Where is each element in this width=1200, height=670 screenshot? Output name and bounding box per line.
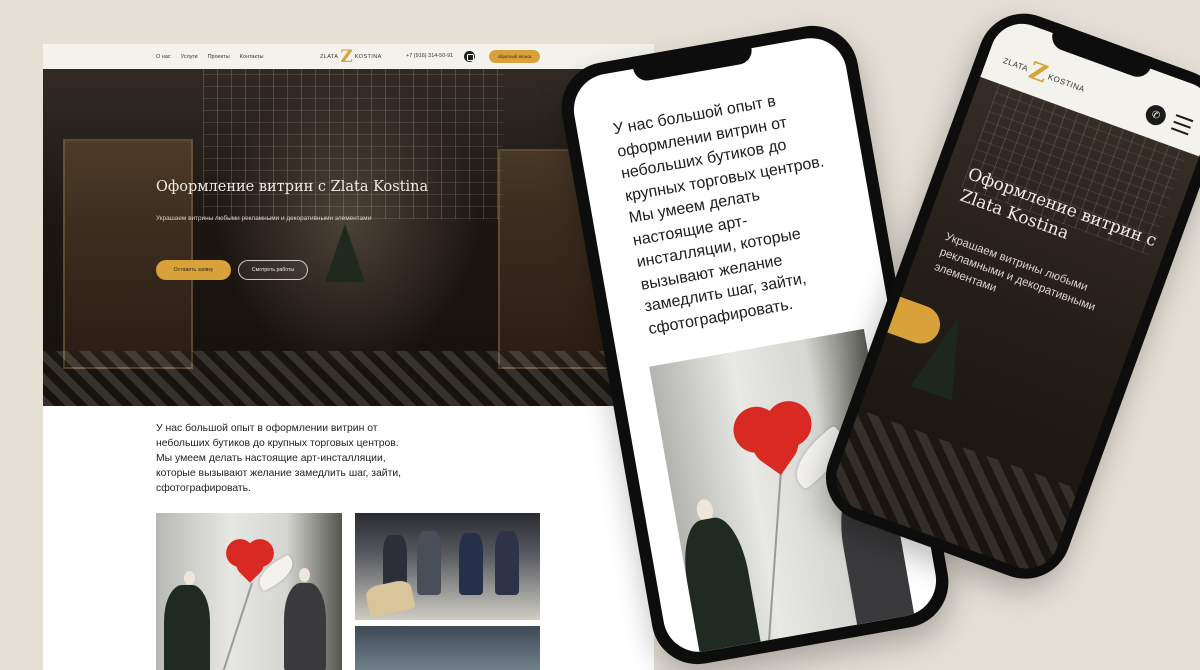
photo-mannequin-body-left bbox=[676, 513, 765, 658]
photo-suit bbox=[495, 531, 519, 595]
photo-mannequin-body-left bbox=[164, 585, 210, 670]
hero-subtitle: Украшаем витрины любыми рекламными и дек… bbox=[156, 215, 372, 222]
showcase-photo-mall bbox=[355, 626, 540, 670]
logo-text-right: KOSTINA bbox=[354, 54, 382, 60]
hero-background-roof bbox=[203, 69, 503, 219]
photo-mannequin-head-right bbox=[299, 568, 310, 582]
photo-suit bbox=[417, 531, 441, 595]
photo-suit bbox=[459, 533, 483, 595]
hero-background-floor bbox=[43, 351, 654, 406]
hero-background-tree bbox=[325, 224, 365, 282]
phone-number[interactable]: +7 (916) 314-50-91 bbox=[406, 44, 453, 69]
site-logo[interactable]: ZLATA Z KOSTINA bbox=[320, 46, 382, 67]
nav-link-contacts[interactable]: Контакты bbox=[240, 54, 264, 60]
top-navigation: О нас Услуги Проекты Контакты ZLATA Z KO… bbox=[43, 44, 654, 69]
hero-background-shop-left bbox=[63, 139, 193, 369]
callback-button[interactable]: обратный звонок bbox=[489, 50, 540, 63]
photo-box bbox=[364, 578, 416, 618]
logo-mark: Z bbox=[340, 46, 353, 67]
nav-link-projects[interactable]: Проекты bbox=[208, 54, 230, 60]
intro-paragraph: У нас большой опыт в оформлении витрин о… bbox=[156, 423, 402, 494]
photo-stick bbox=[221, 582, 253, 670]
desktop-mockup: О нас Услуги Проекты Контакты ZLATA Z KO… bbox=[43, 44, 654, 670]
showcase-photo-heart bbox=[156, 513, 342, 670]
nav-links: О нас Услуги Проекты Контакты bbox=[156, 44, 263, 69]
phone-logo-mark: Z bbox=[1025, 55, 1052, 89]
view-works-button[interactable]: Смотреть работы bbox=[238, 260, 308, 280]
hero-title: Оформление витрин с Zlata Kostina bbox=[156, 179, 429, 195]
phone-logo-text-right: KOSTINA bbox=[1046, 71, 1087, 94]
photo-mannequin-body-right bbox=[284, 583, 326, 670]
logo-text-left: ZLATA bbox=[320, 54, 339, 60]
phone-logo-text-left: ZLATA bbox=[1002, 55, 1030, 73]
leave-request-button[interactable]: Оставить заявку bbox=[156, 260, 231, 280]
nav-link-about[interactable]: О нас bbox=[156, 54, 171, 60]
instagram-icon[interactable] bbox=[464, 51, 475, 62]
photo-mannequin-head-left bbox=[184, 571, 195, 585]
photo-stick bbox=[767, 465, 783, 655]
nav-link-services[interactable]: Услуги bbox=[181, 54, 198, 60]
phone-intro-paragraph: У нас большой опыт в оформлении витрин о… bbox=[612, 92, 826, 338]
showcase-photo-suits bbox=[355, 513, 540, 620]
